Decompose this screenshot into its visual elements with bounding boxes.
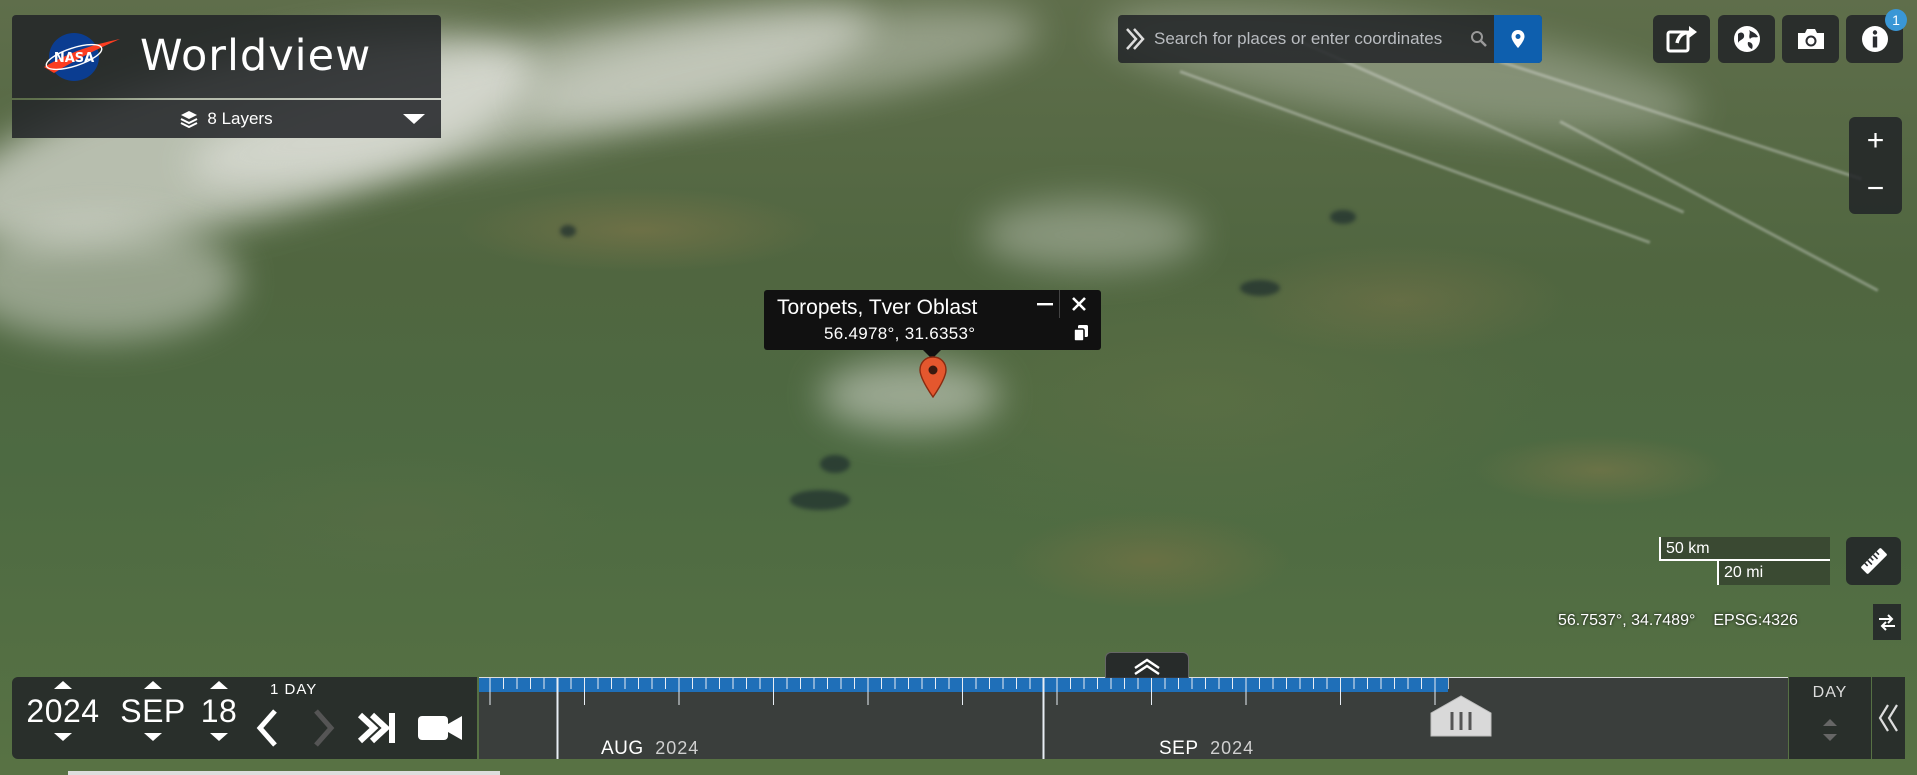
year-up-arrow[interactable]	[54, 681, 72, 689]
measure-button[interactable]	[1846, 537, 1901, 585]
next-day-icon[interactable]	[300, 703, 344, 753]
popup-close-button[interactable]	[1064, 290, 1094, 318]
jump-to-latest-icon[interactable]	[352, 703, 402, 753]
projection-code: EPSG:4326	[1713, 612, 1798, 629]
video-camera-icon[interactable]	[416, 707, 466, 749]
previous-day-icon[interactable]	[247, 703, 291, 753]
month-value[interactable]: SEP	[110, 689, 196, 733]
year-selector: 2024	[20, 677, 106, 759]
zoom-out-button[interactable]: −	[1849, 165, 1902, 213]
day-down-arrow[interactable]	[210, 733, 228, 741]
popup-title: Toropets, Tver Oblast	[777, 296, 978, 319]
coordinate-value: 56.7537°, 34.7489°	[1558, 612, 1696, 629]
chevron-up-icon	[1134, 658, 1160, 675]
svg-text:NASA: NASA	[54, 51, 94, 66]
month-up-arrow[interactable]	[144, 681, 162, 689]
close-icon	[1072, 297, 1086, 311]
layers-toggle[interactable]: 8 Layers	[12, 100, 441, 138]
bottom-edge	[68, 771, 500, 775]
snapshot-button[interactable]	[1782, 15, 1839, 63]
info-button[interactable]: 1	[1846, 9, 1907, 63]
scale-bar: 50 km 20 mi	[1659, 537, 1830, 585]
chevron-double-left-icon	[1878, 704, 1898, 732]
search-icon[interactable]	[1464, 15, 1494, 63]
map-marker-icon[interactable]	[918, 356, 948, 398]
pointer-coordinates: 56.7537°, 34.7489° EPSG:4326	[1558, 608, 1798, 634]
chevron-down-icon[interactable]	[403, 114, 425, 124]
zoom-controls: + −	[1849, 117, 1902, 214]
minimize-icon	[1036, 303, 1053, 306]
location-popup: Toropets, Tver Oblast 56.4978°, 31.6353°	[764, 290, 1101, 359]
timeline-expand-button[interactable]	[1105, 652, 1189, 678]
info-icon	[1861, 26, 1888, 52]
timeline-zoom-level[interactable]: DAY	[1789, 677, 1871, 759]
day-value[interactable]: 18	[190, 689, 248, 733]
location-search	[1118, 15, 1542, 63]
swap-arrows-icon	[1879, 614, 1895, 631]
year-down-arrow[interactable]	[54, 733, 72, 741]
timeline-month-aug: AUG 2024	[601, 738, 700, 759]
timeline-zoom-label: DAY	[1812, 684, 1848, 701]
ruler-icon	[1860, 548, 1887, 574]
layers-icon	[180, 111, 198, 128]
share-button[interactable]	[1653, 15, 1710, 63]
timeline-collapse-button[interactable]	[1872, 677, 1905, 759]
month-down-arrow[interactable]	[144, 733, 162, 741]
popup-coordinates: 56.4978°, 31.6353°	[824, 324, 976, 343]
timeline-date-handle[interactable]	[1428, 693, 1494, 739]
camera-icon	[1797, 29, 1824, 49]
popup-minimize-button[interactable]	[1030, 290, 1060, 318]
place-marker-button[interactable]	[1494, 15, 1542, 63]
day-selector: 18	[190, 677, 248, 759]
coordinate-format-toggle[interactable]	[1873, 604, 1901, 640]
app-title: Worldview	[140, 31, 372, 81]
layers-count-label: 8 Layers	[207, 109, 273, 128]
month-selector: SEP	[110, 677, 196, 759]
zoom-in-button[interactable]: +	[1849, 117, 1902, 165]
zoom-level-arrows-icon[interactable]	[1821, 715, 1839, 745]
date-selector: 2024 SEP 18 1 DAY	[12, 677, 477, 759]
copy-icon[interactable]	[1072, 324, 1090, 342]
notification-badge: 1	[1885, 9, 1907, 31]
scale-km: 50 km	[1659, 537, 1830, 561]
timeline-month-sep: SEP 2024	[1159, 738, 1255, 759]
nasa-logo: NASA	[44, 33, 120, 81]
search-input[interactable]	[1152, 15, 1464, 63]
projection-button[interactable]	[1718, 15, 1775, 63]
scale-mi: 20 mi	[1717, 561, 1830, 585]
projection-globe-icon	[1733, 26, 1760, 52]
year-value[interactable]: 2024	[20, 689, 106, 733]
map-pin-icon	[1511, 30, 1525, 48]
share-icon	[1666, 26, 1697, 53]
chevron-right-icon[interactable]	[1118, 15, 1152, 63]
interval-label[interactable]: 1 DAY	[270, 681, 317, 698]
worldview-header[interactable]: NASA Worldview	[12, 15, 441, 98]
timeline-data-bar	[479, 677, 1448, 692]
day-up-arrow[interactable]	[210, 681, 228, 689]
